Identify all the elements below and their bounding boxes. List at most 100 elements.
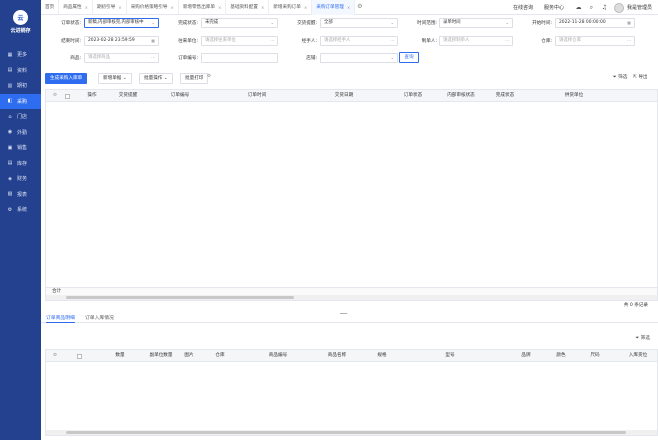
column-header-review-status[interactable]: 内部审核状态 — [440, 90, 482, 102]
shop-select[interactable]: ⌄ — [320, 53, 398, 63]
column-header-product-name[interactable]: 商品名称 — [314, 350, 360, 362]
sidebar-item[interactable]: ◉ 外勤 — [0, 125, 41, 141]
tab-label: 采购价格策略引导 — [130, 5, 168, 10]
sidebar-item[interactable]: ▥ 期初 — [0, 78, 41, 94]
cloud-icon[interactable]: ☁ — [575, 4, 582, 11]
column-header-brand[interactable]: 品牌 — [496, 350, 556, 362]
batch-print-button[interactable]: 批量打印 — [180, 73, 209, 84]
column-header-product-code[interactable]: 商品编号 — [242, 350, 314, 362]
sidebar-item[interactable]: ▤ 资料 — [0, 63, 41, 79]
order-status-select[interactable]: 新稿,内部审核完,内部审核中 ⌄ — [84, 18, 159, 28]
sidebar-item[interactable]: ▣ 销售 — [0, 140, 41, 156]
column-header-delivery-date[interactable]: 交货日期 — [302, 90, 386, 102]
select-all-checkbox[interactable] — [65, 93, 70, 99]
column-header-complete-status[interactable]: 完成状态 — [482, 90, 528, 102]
batch-operation-button[interactable]: 批量操作 ⌄ — [139, 73, 173, 84]
order-status-label: 订单状态: — [61, 21, 81, 26]
tab[interactable]: 基础资料配置 × — [226, 0, 270, 15]
time-range-select[interactable]: 录单时间 ⌄ — [439, 18, 513, 28]
close-icon[interactable]: × — [347, 5, 350, 10]
column-header-operation[interactable]: 操作 — [76, 90, 108, 102]
order-table-footer: 合计 — [46, 287, 657, 295]
close-icon[interactable]: × — [85, 5, 88, 10]
column-header-aux-quantity[interactable]: 副单位数量 — [136, 350, 186, 362]
print-settings-icon[interactable]: ⚙ — [207, 74, 211, 79]
sidebar-item[interactable]: ⚙ 系统 — [0, 202, 41, 218]
cart-icon: ◧ — [7, 98, 13, 105]
column-header-size[interactable]: 尺码 — [584, 350, 606, 362]
start-time-value: 2022-11-28 00:00:00 — [559, 20, 606, 25]
close-icon[interactable]: × — [304, 5, 307, 10]
query-button[interactable]: 查询 — [399, 52, 419, 63]
scrollbar-thumb[interactable] — [66, 296, 294, 299]
filter-link[interactable]: ⏷ 筛选 — [613, 74, 627, 80]
column-settings-icon[interactable]: ⚙ — [50, 90, 60, 102]
handler-input[interactable]: 请选择经手人 ⋯ — [320, 36, 398, 46]
tab[interactable]: 新增零售出库单 × — [179, 0, 227, 15]
tab-settings-icon[interactable]: ⚙ — [357, 3, 365, 11]
new-document-button[interactable]: 新增单据 ⌄ — [98, 73, 132, 84]
search-icon[interactable]: ⌕ — [588, 4, 595, 11]
close-icon[interactable]: × — [118, 5, 121, 10]
supplier-input[interactable]: 请选择往来单位 ⋯ — [201, 36, 278, 46]
start-time-input[interactable]: 2022-11-28 00:00:00 ▦ — [555, 18, 635, 28]
sidebar-item[interactable]: ◧ 采购 — [0, 93, 41, 109]
column-header-bin-location[interactable]: 入库货位 — [618, 350, 658, 362]
close-icon[interactable]: × — [170, 5, 173, 10]
warehouse-label: 仓库: — [541, 39, 552, 44]
scrollbar-thumb[interactable] — [66, 431, 626, 434]
sidebar-item[interactable]: ▦ 更多 — [0, 47, 41, 63]
close-icon[interactable]: × — [218, 5, 221, 10]
product-input[interactable]: 请选择商品 ⋯ — [84, 53, 159, 63]
tab[interactable]: 采购订单管理 × — [312, 0, 356, 15]
column-header-warehouse[interactable]: 仓库 — [198, 350, 242, 362]
column-header-delivery-reminder[interactable]: 交货提醒 — [108, 90, 148, 102]
bell-icon[interactable]: ♫ — [601, 4, 608, 11]
column-settings-icon[interactable]: ⚙ — [50, 350, 60, 362]
delivery-reminder-select[interactable]: 全部 ⌄ — [320, 18, 398, 28]
complete-status-select[interactable]: 未完成 ⌄ — [201, 18, 278, 28]
column-header-order-time[interactable]: 订单时间 — [212, 90, 302, 102]
tab[interactable]: 新增采购订单 × — [269, 0, 313, 15]
column-header-order-no[interactable]: 订单编号 — [148, 90, 212, 102]
delivery-reminder-label: 交货提醒: — [297, 21, 317, 26]
detail-filter-link[interactable]: ⏷ 筛选 — [636, 335, 650, 341]
tab[interactable]: 采购价格策略引导 × — [127, 0, 179, 15]
tab[interactable]: 首页 — [41, 0, 60, 15]
column-header-quantity[interactable]: 数量 — [106, 350, 134, 362]
avatar[interactable] — [613, 2, 624, 13]
more-icon: ⋯ — [151, 55, 155, 60]
column-header-order-status[interactable]: 订单状态 — [386, 90, 440, 102]
tab-inbound-status[interactable]: 订单入库情况 — [85, 314, 114, 323]
column-header-model[interactable]: 型号 — [404, 350, 496, 362]
tab[interactable]: 期初引导 × — [93, 0, 127, 15]
column-header-spec[interactable]: 规格 — [360, 350, 404, 362]
order-no-input[interactable] — [201, 53, 278, 63]
service-center-link[interactable]: 服务中心 — [544, 4, 564, 11]
warehouse-input[interactable]: 请选择仓库 ⋯ — [555, 36, 635, 46]
column-header-color[interactable]: 颜色 — [550, 350, 572, 362]
sidebar-item[interactable]: ▤ 库存 — [0, 156, 41, 172]
end-time-input[interactable]: 2023-02-28 23:59:59 ▦ — [84, 36, 159, 46]
horizontal-scrollbar[interactable] — [46, 430, 657, 435]
export-link[interactable]: ⇱ 导出 — [633, 74, 648, 80]
app-logo[interactable]: 云 云进销存 — [0, 0, 41, 44]
sidebar-item[interactable]: ▧ 报表 — [0, 187, 41, 203]
column-header-supplier[interactable]: 供货单位 — [528, 90, 620, 102]
batch-print-label: 批量打印 — [185, 76, 204, 81]
handler-label: 经手人: — [301, 39, 317, 44]
time-range-value: 录单时间 — [443, 20, 461, 25]
select-all-checkbox[interactable] — [77, 353, 82, 359]
sidebar-item[interactable]: ◈ 财务 — [0, 171, 41, 187]
username[interactable]: 我是管理员 — [627, 4, 652, 11]
online-consult-link[interactable]: 在线咨询 — [513, 4, 533, 11]
generate-inbound-button[interactable]: 生成采购入库单 — [45, 73, 88, 84]
creator-input[interactable]: 请选择制单人 ⋯ — [439, 36, 513, 46]
horizontal-scrollbar[interactable] — [46, 295, 657, 300]
close-icon[interactable]: × — [261, 5, 264, 10]
sidebar-item-label: 外勤 — [17, 129, 28, 136]
tab-order-items[interactable]: 订单商品明细 — [46, 314, 75, 323]
tab[interactable]: 商品属性 × — [59, 0, 93, 15]
column-header-image[interactable]: 图片 — [180, 350, 198, 362]
sidebar-item[interactable]: ⌂ 门店 — [0, 109, 41, 125]
